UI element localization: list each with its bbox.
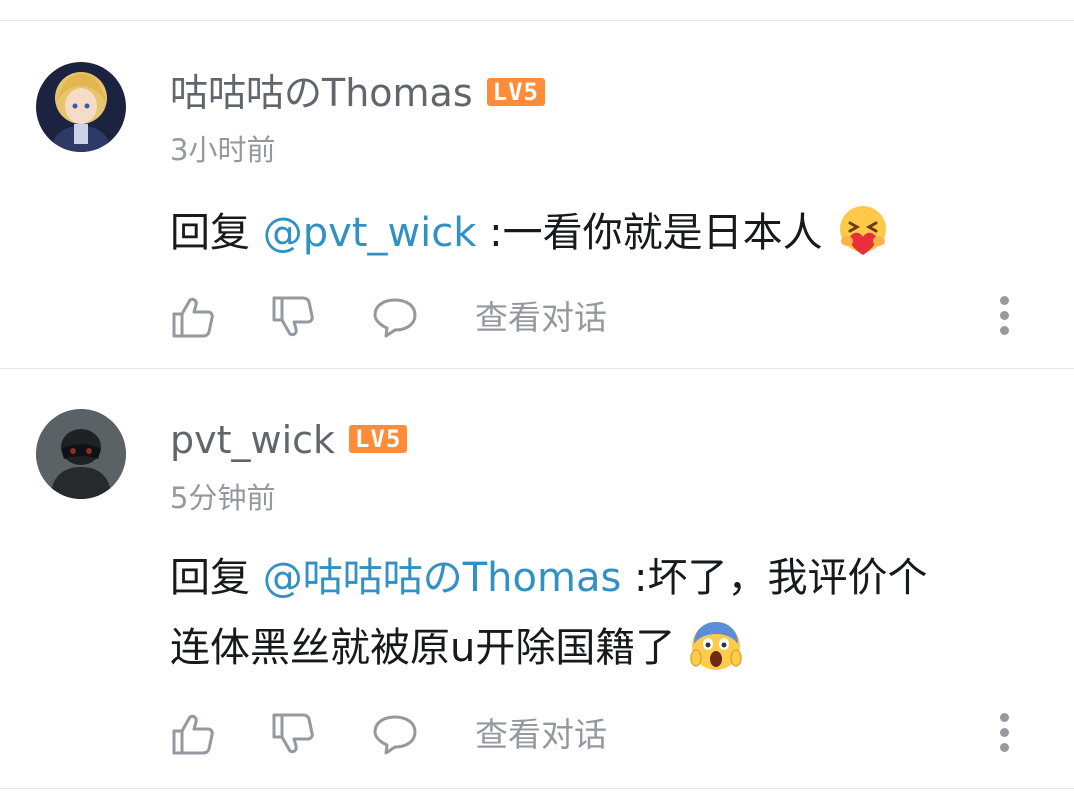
view-conversation-link[interactable]: 查看对话	[475, 296, 607, 340]
username[interactable]: 咕咕咕のThomas LV5	[170, 70, 546, 116]
thumbs-up-icon	[172, 297, 214, 338]
thumbs-down-icon	[272, 713, 314, 754]
reply-button[interactable]	[372, 711, 418, 757]
comment-actions: 查看对话	[170, 294, 1030, 344]
like-button[interactable]	[170, 711, 216, 757]
username-text[interactable]: pvt_wick	[170, 418, 335, 462]
reply-prefix: 回复	[170, 555, 263, 601]
avatar-image	[36, 409, 126, 499]
mention-link[interactable]: @pvt_wick	[263, 210, 477, 256]
avatar[interactable]	[36, 409, 126, 499]
comment-text: 回复 @pvt_wick :一看你就是日本人	[170, 198, 1030, 268]
comment-actions: 查看对话	[170, 711, 1030, 761]
speech-bubble-icon	[373, 715, 417, 755]
more-dot-icon	[999, 743, 1009, 752]
timestamp: 5分钟前	[170, 481, 276, 515]
more-dot-icon	[999, 296, 1009, 305]
mention-link[interactable]: @咕咕咕のThomas	[263, 555, 622, 601]
thumbs-up-icon	[172, 714, 214, 755]
reply-prefix: 回复	[170, 210, 263, 256]
dislike-button[interactable]	[270, 711, 316, 757]
level-badge: LV5	[349, 424, 408, 453]
more-dot-icon	[999, 311, 1009, 320]
reply-button[interactable]	[372, 294, 418, 340]
comment-item: 咕咕咕のThomas LV5 3小时前 回复 @pvt_wick :一看你就是日本…	[0, 0, 1074, 368]
more-dot-icon	[999, 326, 1009, 335]
username-text[interactable]: 咕咕咕のThomas	[170, 71, 473, 115]
scream-emoji-icon	[690, 622, 742, 670]
avatar-image	[36, 62, 126, 152]
comment-item: pvt_wick LV5 5分钟前 回复 @咕咕咕のThomas :坏了，我评价个…	[0, 369, 1074, 789]
like-button[interactable]	[170, 294, 216, 340]
thumbs-down-icon	[272, 296, 314, 337]
comment-text-line2: 连体黑丝就被原u开除国籍了	[170, 625, 676, 671]
timestamp: 3小时前	[170, 133, 276, 167]
speech-bubble-icon	[373, 298, 417, 338]
username[interactable]: pvt_wick LV5	[170, 417, 408, 463]
more-dot-icon	[999, 728, 1009, 737]
more-dot-icon	[999, 713, 1009, 722]
more-options-button[interactable]	[996, 713, 1012, 753]
comment-text-line1: :一看你就是日本人	[476, 210, 823, 256]
avatar[interactable]	[36, 62, 126, 152]
dislike-button[interactable]	[270, 294, 316, 340]
level-badge: LV5	[486, 77, 546, 106]
more-options-button[interactable]	[996, 296, 1012, 336]
bottom-divider	[0, 788, 1074, 789]
comment-text: 回复 @咕咕咕のThomas :坏了，我评价个 连体黑丝就被原u开除国籍了	[170, 543, 1030, 683]
comment-text-line1: :坏了，我评价个	[621, 555, 928, 601]
view-conversation-link[interactable]: 查看对话	[475, 713, 607, 757]
hug-emoji-icon	[840, 206, 887, 255]
